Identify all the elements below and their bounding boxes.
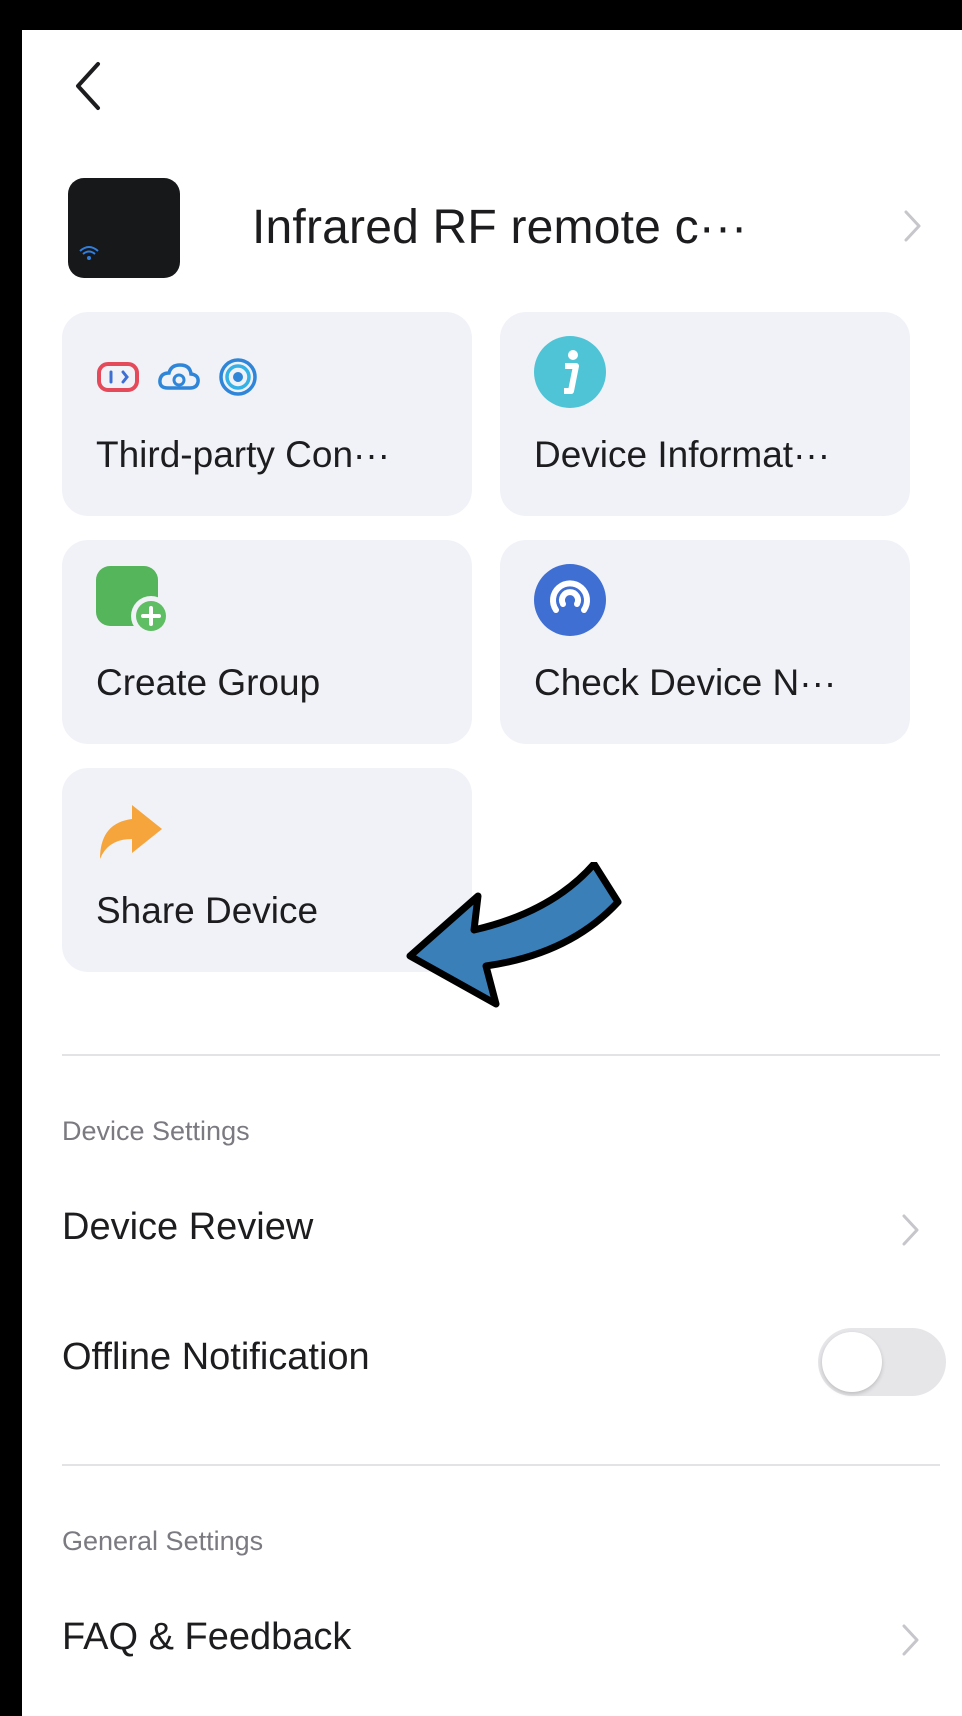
device-review-row[interactable]: Device Review [62,1190,942,1270]
tile-icon-wrap [534,336,606,408]
chevron-left-icon [76,62,100,110]
back-button[interactable] [66,58,114,114]
tile-label: Check Device N··· [534,662,837,703]
share-arrow-icon [100,805,162,859]
tile-icon-wrap [534,564,606,636]
tile-label: Third-party Con··· [96,434,390,475]
tile-create-group[interactable]: Create Group [62,540,472,744]
toggle-knob [822,1332,882,1392]
chevron-right-icon [902,1214,919,1246]
chevron-right-icon [904,210,921,242]
tile-icon-wrap [96,805,166,859]
third-party-icons [96,352,258,402]
google-assistant-icon [219,358,257,396]
faq-feedback-label: FAQ & Feedback [62,1616,352,1658]
cloud-link-icon [158,363,200,390]
chevron-right-icon [902,1624,919,1656]
tile-label: Share Device [96,890,319,931]
offline-notification-toggle[interactable] [818,1328,946,1396]
settings-screen: Infrared RF remote c··· Third-party Con·… [22,30,962,1716]
wifi-icon [79,246,99,260]
offline-notification-label: Offline Notification [62,1336,370,1378]
tile-label: Create Group [96,662,321,703]
tile-icon-wrap [96,566,176,636]
info-icon [534,336,606,408]
device-thumbnail [68,178,180,278]
divider [62,1464,940,1466]
tile-device-information[interactable]: Device Informat··· [500,312,910,516]
faq-feedback-row[interactable]: FAQ & Feedback [62,1600,942,1680]
tile-check-device-network[interactable]: Check Device N··· [500,540,910,744]
network-check-icon [534,564,606,636]
device-settings-heading: Device Settings [62,1116,250,1146]
offline-notification-row: Offline Notification [62,1320,946,1400]
divider [62,1054,940,1056]
device-name: Infrared RF remote c··· [252,201,748,254]
annotation-arrow-icon [406,862,622,1008]
device-review-label: Device Review [62,1206,314,1248]
alexa-icon [97,362,139,392]
device-header[interactable]: Infrared RF remote c··· [68,178,928,282]
tile-third-party-control[interactable]: Third-party Con··· [62,312,472,516]
tile-label: Device Informat··· [534,434,831,475]
create-group-icon [96,566,171,636]
general-settings-heading: General Settings [62,1526,264,1556]
